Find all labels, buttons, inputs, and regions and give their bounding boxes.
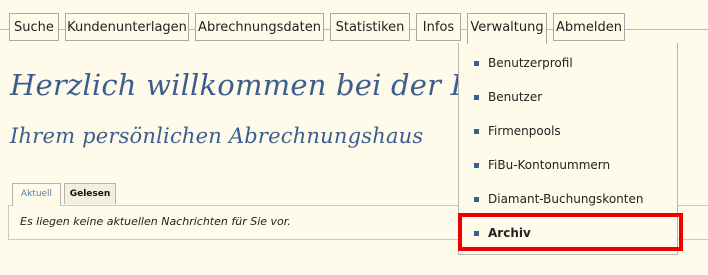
tab-aktuell[interactable]: Aktuell bbox=[12, 183, 61, 206]
tab-gelesen[interactable]: Gelesen bbox=[64, 183, 116, 204]
nav-item-abrechnungsdaten[interactable]: Abrechnungsdaten bbox=[195, 13, 324, 41]
bullet-icon bbox=[474, 197, 479, 202]
menu-item-label: Benutzerprofil bbox=[488, 56, 573, 70]
nav-item-suche[interactable]: Suche bbox=[9, 13, 59, 41]
menu-item-label: Benutzer bbox=[488, 90, 543, 104]
bullet-icon bbox=[474, 61, 479, 66]
bullet-icon bbox=[474, 231, 479, 236]
bullet-icon bbox=[474, 129, 479, 134]
menu-item-fibu-kontonummern[interactable]: FiBu-Kontonummern bbox=[459, 148, 677, 182]
menu-item-label: Firmenpools bbox=[488, 124, 561, 138]
menu-item-firmenpools[interactable]: Firmenpools bbox=[459, 114, 677, 148]
greeting-line-1: Herzlich willkommen bei der DZH bbox=[10, 68, 520, 102]
menu-item-label: Diamant-Buchungskonten bbox=[488, 192, 644, 206]
menu-item-label: Archiv bbox=[488, 226, 531, 240]
news-message: Es liegen keine aktuellen Nachrichten fü… bbox=[20, 215, 291, 228]
menu-item-archiv[interactable]: Archiv bbox=[459, 216, 677, 250]
menu-item-label: FiBu-Kontonummern bbox=[488, 158, 611, 172]
menu-item-benutzer[interactable]: Benutzer bbox=[459, 80, 677, 114]
greeting-line-2: Ihrem persönlichen Abrechnungshaus bbox=[10, 124, 424, 148]
verwaltung-dropdown-menu: Benutzerprofil Benutzer Firmenpools FiBu… bbox=[458, 43, 678, 255]
bullet-icon bbox=[474, 95, 479, 100]
bullet-icon bbox=[474, 163, 479, 168]
menu-item-benutzerprofil[interactable]: Benutzerprofil bbox=[459, 46, 677, 80]
nav-item-infos[interactable]: Infos bbox=[416, 13, 461, 41]
nav-item-verwaltung[interactable]: Verwaltung bbox=[467, 13, 547, 44]
nav-item-kundenunterlagen[interactable]: Kundenunterlagen bbox=[65, 13, 189, 41]
nav-item-statistiken[interactable]: Statistiken bbox=[330, 13, 410, 41]
menu-item-diamant-buchungskonten[interactable]: Diamant-Buchungskonten bbox=[459, 182, 677, 216]
nav-item-abmelden[interactable]: Abmelden bbox=[553, 13, 625, 41]
